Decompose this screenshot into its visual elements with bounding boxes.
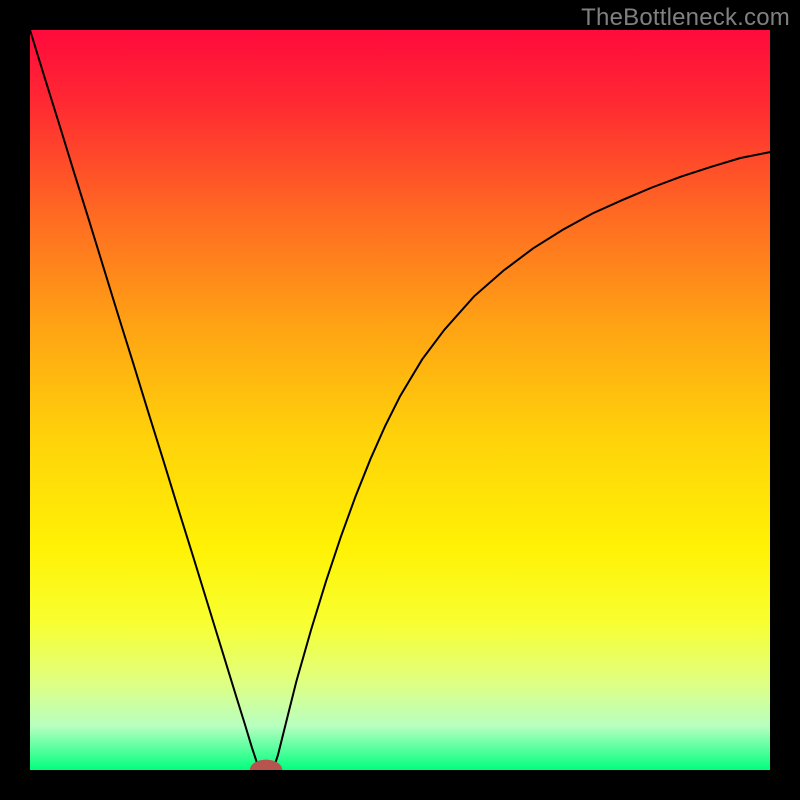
plot-area: [30, 30, 770, 770]
watermark-text: TheBottleneck.com: [581, 4, 790, 32]
plot-svg: [30, 30, 770, 770]
chart-frame: TheBottleneck.com: [0, 0, 800, 800]
gradient-background: [30, 30, 770, 770]
